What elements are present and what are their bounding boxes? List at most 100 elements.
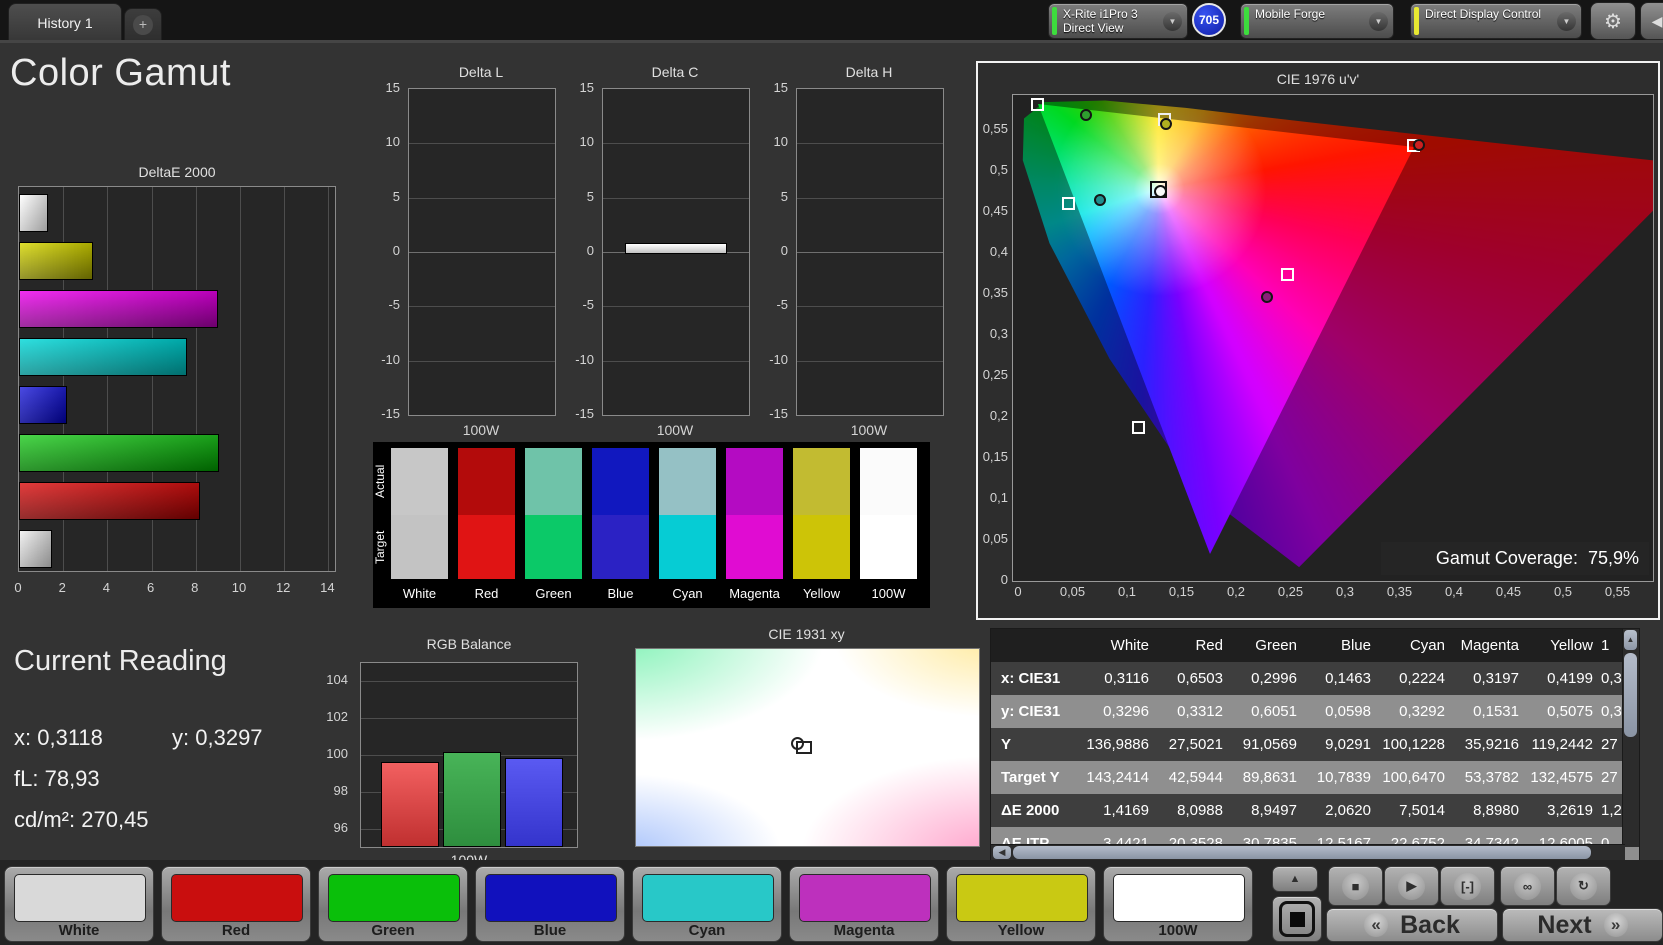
target-swatch	[860, 515, 917, 579]
gridline	[603, 361, 749, 362]
measurements-table: WhiteRedGreenBlueCyanMagentaYellow1x: CI…	[990, 628, 1640, 862]
deltae-bar-blue	[19, 386, 67, 424]
axis-tick-label: 0	[781, 243, 788, 258]
patch-label: Magenta	[790, 922, 938, 939]
y-axis-labels: 151050-5-10-15	[756, 88, 790, 414]
patch-button-red[interactable]: Red	[161, 866, 311, 942]
table-cell: 136,9886	[1083, 728, 1157, 761]
deltae-bar-yellow	[19, 242, 93, 280]
axis-tick-label: -10	[769, 352, 788, 367]
circle-marker	[1413, 139, 1425, 151]
display-control-dropdown[interactable]: Direct Display Control ▼	[1410, 3, 1582, 39]
rgb-bar-green	[443, 752, 501, 847]
cie1976-y-axis: 00,050,10,150,20,250,30,350,40,450,50,55	[978, 94, 1010, 580]
gridline	[797, 198, 943, 199]
table-cell: 100,6470	[1379, 761, 1453, 794]
cie1976-plot: Gamut Coverage: 75,9%	[1012, 94, 1654, 582]
patch-button-white[interactable]: White	[4, 866, 154, 942]
deltae-bar-green	[19, 434, 219, 472]
table-cell: 8,9497	[1231, 794, 1305, 827]
pattern-window-button[interactable]	[1272, 896, 1322, 942]
axis-tick-label: 0	[587, 243, 594, 258]
page-title: Color Gamut	[10, 52, 231, 95]
table-cell: 53,3782	[1453, 761, 1527, 794]
square-marker	[1281, 268, 1294, 281]
meter-name: X-Rite i1Pro 3	[1063, 7, 1157, 21]
chart-title: Delta L	[408, 64, 554, 80]
scroll-up-icon[interactable]: ▲	[1624, 630, 1637, 650]
meter-dropdown[interactable]: X-Rite i1Pro 3 Direct View ▼	[1048, 3, 1188, 39]
range-button[interactable]: [-]	[1440, 866, 1495, 906]
axis-tick-label: 0,05	[1055, 584, 1091, 599]
vertical-scroll-thumb[interactable]	[1624, 653, 1637, 737]
window-icon	[1279, 901, 1315, 937]
corner-cell	[991, 629, 1083, 662]
patch-button-magenta[interactable]: Magenta	[789, 866, 939, 942]
stop-button[interactable]: ■	[1328, 866, 1383, 906]
axis-tick-label: 0,45	[983, 203, 1008, 218]
add-tab-button[interactable]: +	[124, 8, 162, 41]
swatch-compare-panel: Actual Target WhiteRedGreenBlueCyanMagen…	[373, 442, 930, 608]
patch-button-100w[interactable]: 100W	[1103, 866, 1253, 942]
deltae-bar-cyan	[19, 338, 187, 376]
deltae-chart-title: DeltaE 2000	[18, 164, 336, 180]
axis-tick-label: -5	[388, 297, 400, 312]
play-button[interactable]: ▶	[1384, 866, 1439, 906]
next-button[interactable]: Next »	[1502, 908, 1663, 942]
column-header: Blue	[1305, 629, 1379, 662]
patch-button-blue[interactable]: Blue	[475, 866, 625, 942]
table-cell: 0,3197	[1453, 662, 1527, 695]
pattern-bar: White Red GreenBlueCyan Magenta Yellow100W ▲…	[0, 860, 1663, 945]
color-patch	[171, 874, 303, 922]
horizontal-scroll-thumb[interactable]	[1013, 846, 1591, 859]
color-gamut-screen: History 1 + X-Rite i1Pro 3 Direct View ▼…	[0, 0, 1663, 945]
table-cell: 0,1463	[1305, 662, 1379, 695]
reading-fl: fL: 78,93	[14, 766, 100, 792]
axis-tick-label: 15	[386, 80, 400, 95]
tab-history-1[interactable]: History 1	[8, 3, 122, 41]
target-swatch	[391, 515, 448, 579]
stop-icon: ■	[1342, 873, 1369, 900]
meter-badge[interactable]: 705	[1192, 3, 1226, 37]
meter-mode: Direct View	[1063, 21, 1157, 35]
table-cell: 0,3312	[1157, 695, 1231, 728]
axis-tick-label: -15	[381, 406, 400, 421]
gridline	[797, 306, 943, 307]
axis-tick-label: -5	[582, 297, 594, 312]
patch-button-yellow[interactable]: Yellow	[946, 866, 1096, 942]
axis-tick-label: 0,4	[990, 244, 1008, 259]
axis-tick-label: 4	[94, 580, 118, 595]
patch-button-green[interactable]: Green	[318, 866, 468, 942]
color-patch	[1113, 874, 1245, 922]
column-header: White	[1083, 629, 1157, 662]
axis-tick-label: 0,25	[1273, 584, 1309, 599]
table-header-row: WhiteRedGreenBlueCyanMagentaYellow1	[991, 629, 1639, 662]
loop-button[interactable]: ↻	[1556, 866, 1611, 906]
patch-button-cyan[interactable]: Cyan	[632, 866, 782, 942]
scroll-left-icon[interactable]: ◀	[993, 846, 1011, 859]
patch-label: Red	[162, 922, 310, 939]
collapse-panel-button[interactable]: ◀	[1640, 2, 1663, 40]
axis-tick-label: -15	[769, 406, 788, 421]
cie1931-title: CIE 1931 xy	[635, 626, 978, 642]
table-cell: 119,2442	[1527, 728, 1601, 761]
table-cell: 0,3116	[1083, 662, 1157, 695]
gridline	[240, 187, 241, 571]
expand-up-button[interactable]: ▲	[1272, 866, 1318, 892]
rgb-balance-title: RGB Balance	[360, 636, 578, 652]
continuous-button[interactable]: ∞	[1500, 866, 1555, 906]
table-cell: 0,4199	[1527, 662, 1601, 695]
axis-tick-label: 0,5	[1545, 584, 1581, 599]
pattern-source-dropdown[interactable]: Mobile Forge ▼	[1240, 3, 1394, 39]
back-button[interactable]: « Back	[1326, 908, 1498, 942]
settings-button[interactable]: ⚙	[1590, 2, 1636, 40]
swatch-label: Blue	[584, 586, 657, 601]
axis-tick-label: 0,3	[990, 326, 1008, 341]
axis-tick-label: 0,2	[990, 408, 1008, 423]
table-vertical-scrollbar[interactable]: ▲	[1622, 629, 1639, 847]
table-cell: 0,3292	[1379, 695, 1453, 728]
delta-c-plot	[602, 88, 750, 416]
chevron-down-icon: ▼	[1369, 12, 1388, 31]
table-horizontal-scrollbar[interactable]: ◀	[991, 844, 1625, 861]
axis-tick-label: 0,15	[1164, 584, 1200, 599]
